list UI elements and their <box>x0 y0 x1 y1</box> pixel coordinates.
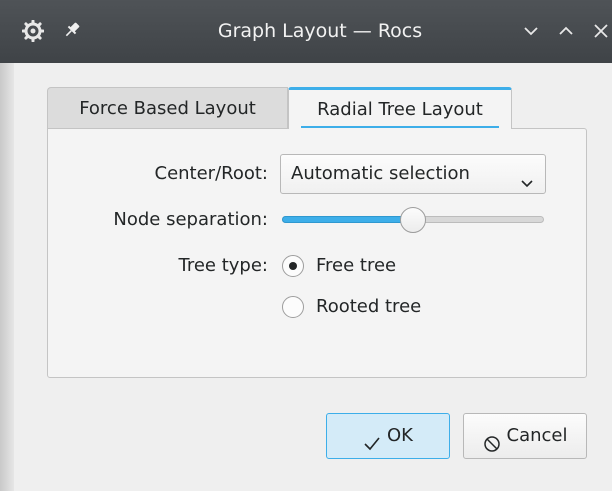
pin-icon[interactable] <box>62 20 82 40</box>
radio-unchecked-icon <box>282 296 304 318</box>
minimize-icon[interactable] <box>520 20 542 42</box>
tree-type-label: Tree type: <box>178 255 269 276</box>
tab-label: Radial Tree Layout <box>317 99 483 120</box>
tab-radial-tree-layout[interactable]: Radial Tree Layout <box>288 87 512 129</box>
cancel-button[interactable]: Cancel <box>463 413 587 459</box>
slider-handle[interactable] <box>400 207 426 233</box>
graph-layout-dialog: Graph Layout — Rocs Force Based Layout R… <box>0 0 612 491</box>
node-separation-label: Node separation: <box>113 209 268 230</box>
title-bar[interactable]: Graph Layout — Rocs <box>0 0 612 63</box>
center-root-combobox[interactable]: Automatic selection <box>280 154 546 194</box>
cancel-circle-icon <box>483 426 501 452</box>
ok-button[interactable]: OK <box>326 413 450 459</box>
window-title: Graph Layout — Rocs <box>217 20 423 42</box>
slider-fill <box>282 216 413 223</box>
node-separation-slider[interactable] <box>280 207 546 233</box>
cancel-label: Cancel <box>506 425 568 446</box>
checkmark-icon <box>363 426 381 450</box>
active-tab-underline <box>301 126 499 128</box>
center-root-label: Center/Root: <box>154 163 269 184</box>
free-tree-label: Free tree <box>316 255 397 276</box>
radial-tree-settings-panel: Center/Root: Automatic selection Node se… <box>47 128 587 378</box>
radio-checked-icon <box>282 255 304 277</box>
window-edge-shadow <box>0 63 14 491</box>
maximize-icon[interactable] <box>555 20 577 42</box>
ok-label: OK <box>387 425 413 446</box>
dialog-body: Force Based Layout Radial Tree Layout Ce… <box>14 63 612 491</box>
tab-label: Force Based Layout <box>79 98 256 119</box>
close-icon[interactable] <box>590 20 612 42</box>
chevron-down-icon <box>519 167 535 188</box>
rocs-app-icon[interactable] <box>21 19 45 43</box>
tab-force-based-layout[interactable]: Force Based Layout <box>47 87 288 129</box>
center-root-value: Automatic selection <box>291 163 470 184</box>
rooted-tree-label: Rooted tree <box>316 296 422 317</box>
